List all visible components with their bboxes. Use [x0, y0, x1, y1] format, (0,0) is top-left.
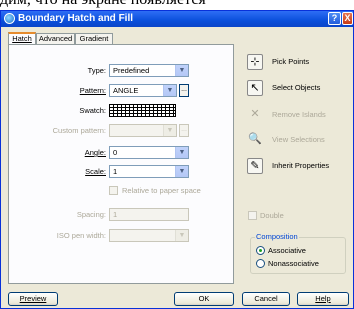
scale-select[interactable]: 1 ▼	[109, 165, 189, 178]
angle-value: 0	[113, 148, 118, 157]
type-select[interactable]: Predefined ▼	[109, 64, 189, 77]
double-label: Double	[260, 211, 284, 220]
spacing-label: Spacing:	[76, 210, 106, 219]
nonassociative-radio[interactable]	[256, 259, 265, 268]
chevron-down-icon: ▼	[163, 125, 176, 136]
inherit-properties-icon: ✎	[247, 158, 263, 174]
swatch-label: Swatch:	[79, 106, 106, 115]
custom-pattern-label: Custom pattern:	[52, 126, 106, 135]
tab-gradient[interactable]: Gradient	[75, 33, 113, 44]
preview-label: Preview	[19, 294, 47, 303]
view-selections-button[interactable]: 🔍 View Selections	[244, 130, 354, 152]
chevron-down-icon: ▼	[163, 85, 176, 96]
double-checkbox[interactable]	[248, 211, 257, 220]
select-objects-label: Select Objects	[272, 83, 321, 92]
scale-label: Scale:	[85, 167, 106, 176]
composition-title: Composition	[255, 232, 299, 241]
type-label: Type:	[87, 66, 106, 75]
app-icon	[4, 13, 15, 24]
view-selections-icon: 🔍	[248, 133, 262, 145]
select-objects-button[interactable]: ↖ Select Objects	[244, 78, 354, 100]
associative-radio[interactable]	[256, 246, 265, 255]
pick-points-icon: ⊹	[247, 54, 263, 70]
remove-islands-button[interactable]: ✕ Remove Islands	[244, 105, 354, 127]
tab-advanced-label: Advanced	[38, 34, 73, 43]
associative-label: Associative	[268, 246, 306, 255]
help-button[interactable]: Help	[297, 292, 349, 306]
iso-pen-width-label: ISO pen width:	[56, 231, 106, 240]
dialog-title: Boundary Hatch and Fill	[18, 13, 134, 24]
tab-gradient-label: Gradient	[79, 34, 109, 43]
spacing-value: 1	[113, 210, 118, 219]
help-title-button[interactable]: ?	[328, 12, 341, 25]
remove-islands-label: Remove Islands	[272, 110, 326, 119]
hatch-tab-panel: Type: Predefined ▼ Pattern: ANGLE ▼ ... …	[8, 44, 234, 284]
cancel-button[interactable]: Cancel	[242, 292, 290, 306]
custom-pattern-select[interactable]: ▼	[109, 124, 177, 137]
background-text: дим, что на экране появляется	[0, 0, 354, 9]
inherit-properties-label: Inherit Properties	[272, 161, 330, 170]
close-button[interactable]: X	[342, 12, 353, 25]
help-label: Help	[315, 294, 331, 303]
inherit-properties-button[interactable]: ✎ Inherit Properties	[244, 156, 354, 178]
relative-to-paper-checkbox[interactable]	[109, 186, 118, 195]
iso-pen-width-select[interactable]: ▼	[109, 229, 189, 242]
chevron-down-icon: ▼	[175, 230, 188, 241]
chevron-down-icon: ▼	[175, 166, 188, 177]
composition-group	[250, 237, 346, 274]
pattern-select[interactable]: ANGLE ▼	[109, 84, 177, 97]
title-bar[interactable]: Boundary Hatch and Fill ? X	[1, 11, 353, 27]
pick-points-button[interactable]: ⊹ Pick Points	[244, 52, 354, 74]
ok-button[interactable]: OK	[174, 292, 234, 306]
pattern-browse-button[interactable]: ...	[179, 84, 189, 97]
chevron-down-icon: ▼	[175, 147, 188, 158]
custom-pattern-browse-button[interactable]: ...	[179, 124, 189, 137]
pattern-value: ANGLE	[113, 86, 139, 95]
remove-islands-icon: ✕	[250, 108, 260, 120]
pick-points-label: Pick Points	[272, 57, 310, 66]
pattern-swatch[interactable]	[109, 104, 176, 117]
view-selections-label: View Selections	[272, 135, 325, 144]
ok-label: OK	[198, 294, 210, 303]
angle-label: Angle:	[84, 148, 106, 157]
nonassociative-label: Nonassociative	[268, 259, 319, 268]
tab-advanced[interactable]: Advanced	[36, 33, 75, 44]
tab-hatch-label: Hatch	[12, 34, 32, 43]
select-objects-icon: ↖	[247, 80, 263, 96]
boundary-hatch-dialog: Boundary Hatch and Fill ? X Hatch Advanc…	[0, 10, 354, 309]
pattern-label: Pattern:	[79, 86, 106, 95]
relative-to-paper-label: Relative to paper space	[122, 186, 201, 195]
spacing-input[interactable]: 1	[109, 208, 189, 221]
type-value: Predefined	[113, 66, 150, 75]
cancel-label: Cancel	[254, 294, 278, 303]
preview-button[interactable]: Preview	[8, 292, 58, 306]
chevron-down-icon: ▼	[175, 65, 188, 76]
scale-value: 1	[113, 167, 118, 176]
angle-select[interactable]: 0 ▼	[109, 146, 189, 159]
